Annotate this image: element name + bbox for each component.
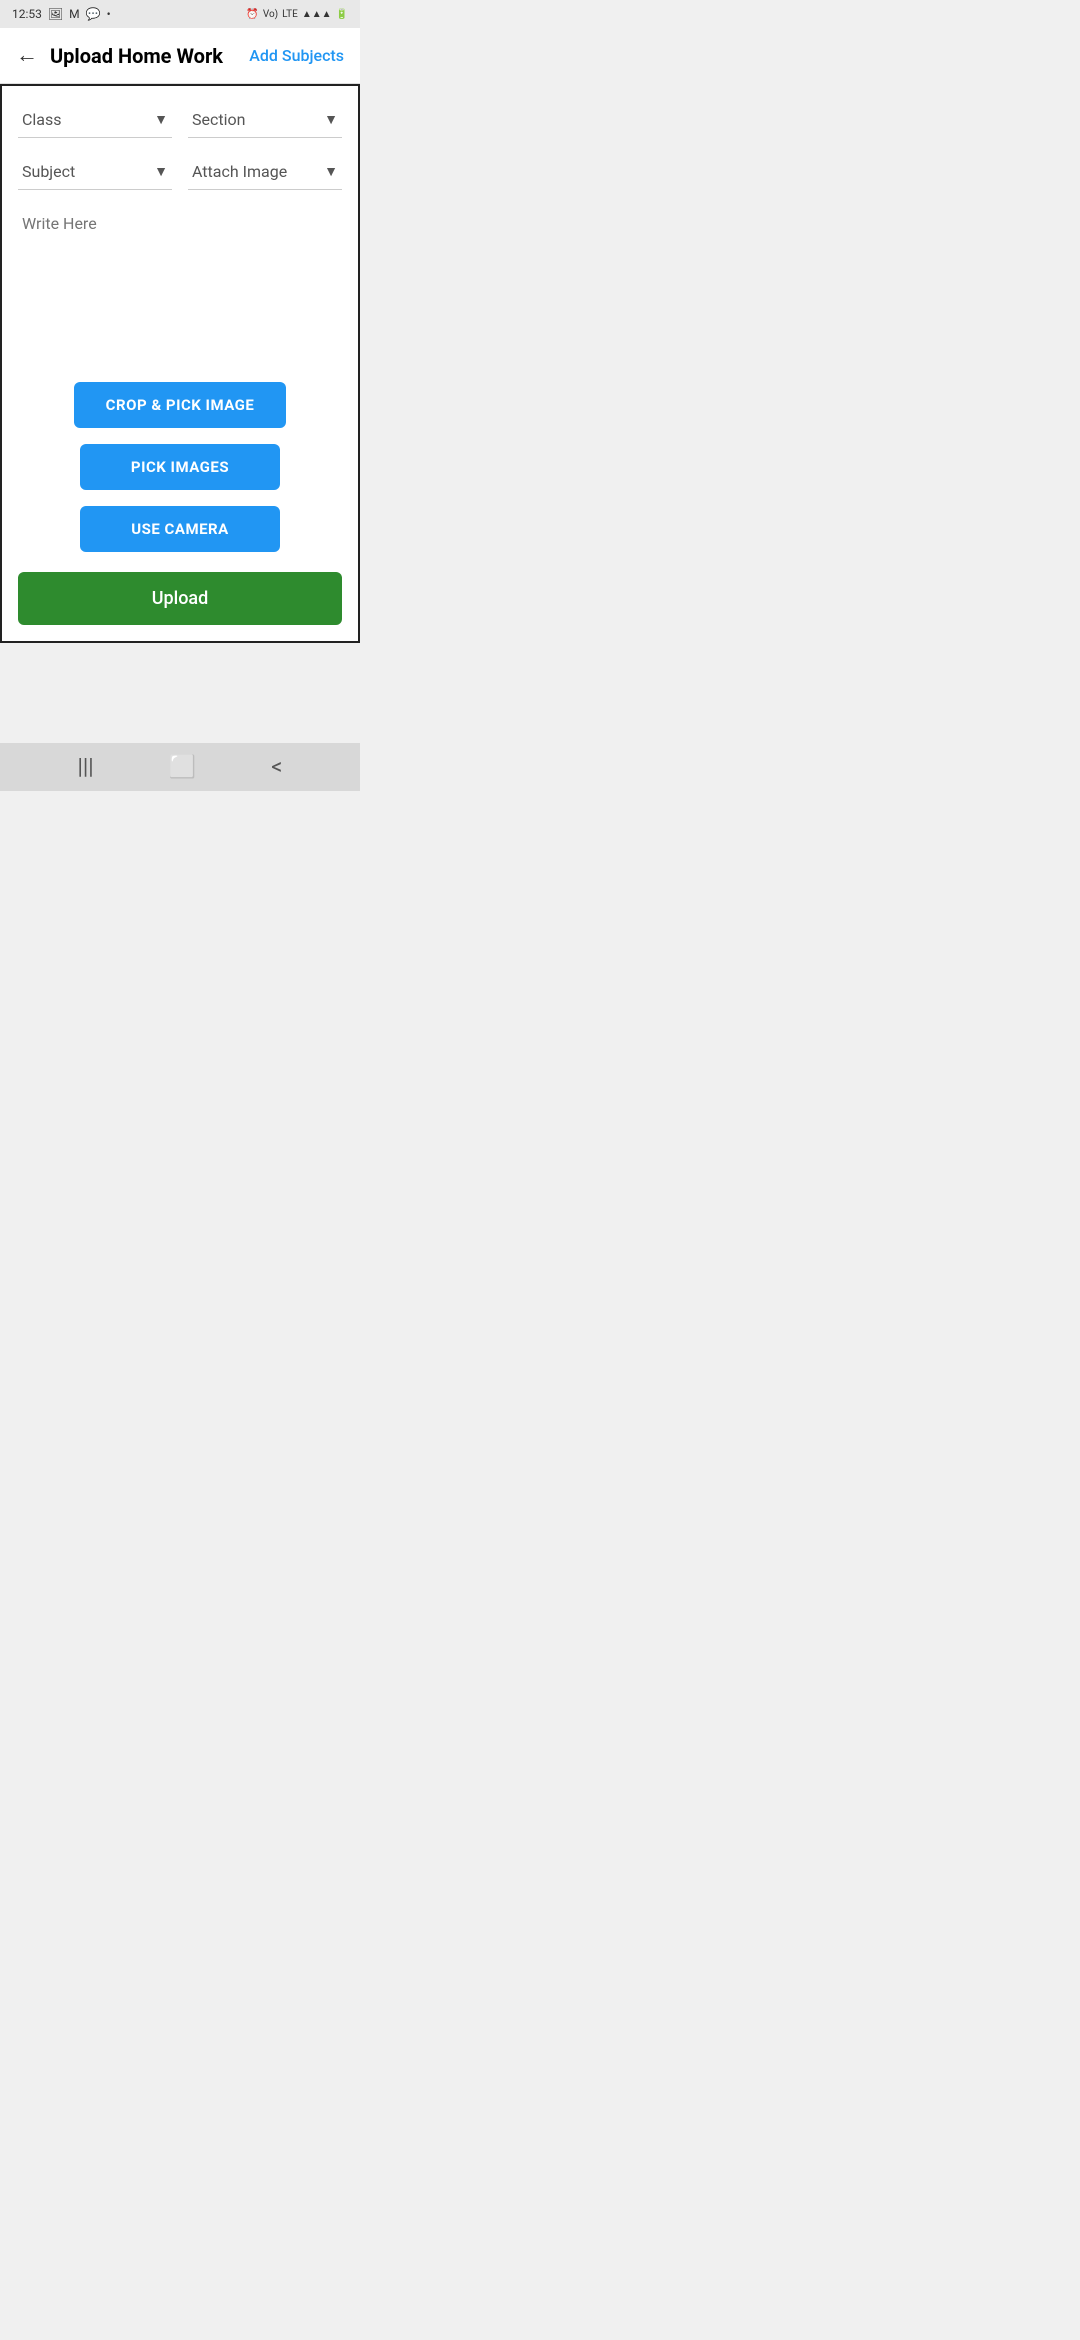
section-dropdown[interactable]: Section ▼ <box>188 102 342 138</box>
nav-bar: ← Upload Home Work Add Subjects <box>0 28 360 84</box>
section-label: Section <box>192 110 245 129</box>
subject-label: Subject <box>22 162 75 181</box>
message-icon: 💬 <box>86 7 101 21</box>
section-arrow: ▼ <box>324 111 338 128</box>
battery-icon: 🔋 <box>336 9 348 20</box>
use-camera-button[interactable]: USE CAMERA <box>80 506 280 552</box>
add-subjects-button[interactable]: Add Subjects <box>249 46 344 65</box>
back-nav-button[interactable]: < <box>271 755 282 780</box>
pick-images-button[interactable]: PICK IMAGES <box>80 444 280 490</box>
menu-button[interactable]: ||| <box>78 755 94 780</box>
main-content: Class ▼ Section ▼ Subject ▼ Attach Image… <box>0 84 360 643</box>
signal-icon: ▲▲▲ <box>302 9 332 20</box>
attach-image-dropdown[interactable]: Attach Image ▼ <box>188 154 342 190</box>
attach-label: Attach Image <box>192 162 287 181</box>
lte-icon: LTE <box>282 9 298 20</box>
status-right: ⏰ Vo) LTE ▲▲▲ 🔋 <box>246 9 348 20</box>
class-arrow: ▼ <box>154 111 168 128</box>
dot-icon: • <box>107 7 111 21</box>
page-title: Upload Home Work <box>50 44 249 68</box>
bottom-nav-bar: ||| ⬜ < <box>0 743 360 791</box>
upload-button[interactable]: Upload <box>18 572 342 625</box>
class-section-row: Class ▼ Section ▼ <box>18 102 342 138</box>
subject-arrow: ▼ <box>154 163 168 180</box>
crop-pick-image-button[interactable]: CROP & PICK IMAGE <box>74 382 287 428</box>
alarm-icon: ⏰ <box>246 9 258 20</box>
class-dropdown[interactable]: Class ▼ <box>18 102 172 138</box>
subject-attach-row: Subject ▼ Attach Image ▼ <box>18 154 342 190</box>
attach-arrow: ▼ <box>324 163 338 180</box>
gray-area <box>0 643 360 743</box>
voip-icon: Vo) <box>263 9 278 20</box>
status-left: 12:53 🖼 M 💬 • <box>12 7 111 21</box>
time-display: 12:53 <box>12 7 42 21</box>
action-buttons: CROP & PICK IMAGE PICK IMAGES USE CAMERA <box>18 382 342 552</box>
gmail-icon: M <box>69 7 79 21</box>
subject-dropdown[interactable]: Subject ▼ <box>18 154 172 190</box>
class-label: Class <box>22 110 62 129</box>
status-bar: 12:53 🖼 M 💬 • ⏰ Vo) LTE ▲▲▲ 🔋 <box>0 0 360 28</box>
photo-icon: 🖼 <box>48 7 63 21</box>
home-button[interactable]: ⬜ <box>169 755 196 780</box>
write-here-input[interactable] <box>18 206 342 366</box>
back-button[interactable]: ← <box>16 45 38 67</box>
